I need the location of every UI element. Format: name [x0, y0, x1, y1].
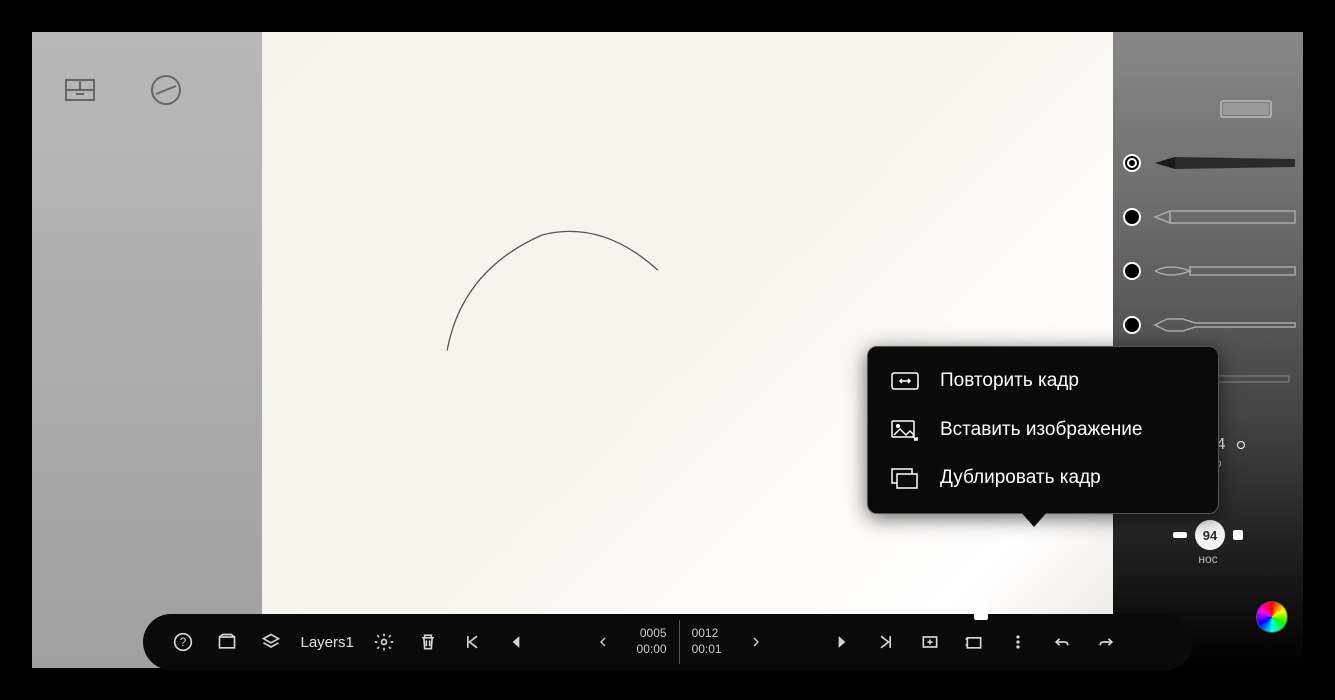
radio-icon [1123, 262, 1141, 280]
tray-icon [62, 72, 98, 108]
frame-total: 0012 [692, 626, 719, 642]
lock-icon [972, 600, 990, 622]
tool-marker[interactable] [1113, 190, 1303, 244]
brush-icon [1153, 259, 1297, 283]
svg-text:?: ? [179, 636, 186, 649]
redo-button[interactable] [1088, 624, 1124, 660]
tool-pen[interactable] [1113, 298, 1303, 352]
tray-button[interactable] [62, 72, 98, 113]
pencil-icon [1153, 151, 1297, 175]
radio-icon [1123, 208, 1141, 226]
prev-frame-button[interactable] [498, 624, 534, 660]
project-button[interactable] [209, 624, 245, 660]
eraser-icon [1119, 97, 1303, 121]
time-current: 00:00 [637, 642, 667, 658]
opacity-label: нос [1113, 552, 1303, 566]
step-forward-button[interactable] [738, 624, 774, 660]
opacity-value: 94 [1203, 528, 1217, 543]
tool-brush[interactable] [1113, 244, 1303, 298]
undo-button[interactable] [1044, 624, 1080, 660]
menu-item-label: Вставить изображение [940, 418, 1142, 443]
size-increase-icon [1237, 441, 1245, 449]
no-circle-icon [148, 72, 184, 108]
left-toolbar [32, 32, 262, 668]
frame-options-button[interactable] [956, 624, 992, 660]
frame-current-info: 0005 00:00 [629, 626, 667, 657]
menu-insert-image[interactable]: Вставить изображение [868, 406, 1218, 455]
timeline-separator [679, 620, 680, 664]
popup-arrow-icon [1020, 511, 1048, 527]
tool-pencil[interactable] [1113, 136, 1303, 190]
tool-eraser[interactable] [1113, 82, 1303, 136]
frame-current: 0005 [640, 626, 667, 642]
color-picker-button[interactable] [1257, 602, 1287, 632]
radio-selected-icon [1123, 154, 1141, 172]
pen-icon [1153, 313, 1297, 337]
time-total: 00:01 [692, 642, 722, 658]
menu-duplicate-frame[interactable]: Дублировать кадр [868, 454, 1218, 503]
repeat-frame-icon [890, 369, 920, 393]
opacity-sq-icon [1233, 530, 1243, 540]
play-button[interactable] [824, 624, 860, 660]
delete-button[interactable] [410, 624, 446, 660]
settings-button[interactable] [366, 624, 402, 660]
context-menu: Повторить кадр Вставить изображение Дубл… [867, 346, 1219, 514]
radio-icon [1123, 316, 1141, 334]
more-button[interactable] [1000, 624, 1036, 660]
step-back-button[interactable] [585, 624, 621, 660]
opacity-bar-icon [1173, 532, 1187, 538]
goto-start-button[interactable] [454, 624, 490, 660]
help-button[interactable]: ? [165, 624, 201, 660]
goto-end-button[interactable] [868, 624, 904, 660]
menu-item-label: Дублировать кадр [940, 466, 1101, 491]
duplicate-frame-icon [890, 467, 920, 491]
opacity-control[interactable]: 94 [1113, 520, 1303, 550]
frame-total-info: 0012 00:01 [692, 626, 730, 657]
timeline-bar: ? Layers1 0005 00:00 0012 00:01 [143, 614, 1193, 670]
layers-button[interactable] [253, 624, 289, 660]
add-frame-button[interactable] [912, 624, 948, 660]
menu-item-label: Повторить кадр [940, 369, 1079, 394]
insert-image-icon [890, 418, 920, 442]
menu-repeat-frame[interactable]: Повторить кадр [868, 357, 1218, 406]
opacity-value-circle: 94 [1195, 520, 1225, 550]
layers-label[interactable]: Layers1 [301, 634, 354, 651]
no-circle-button[interactable] [148, 72, 184, 113]
marker-icon [1153, 205, 1297, 229]
